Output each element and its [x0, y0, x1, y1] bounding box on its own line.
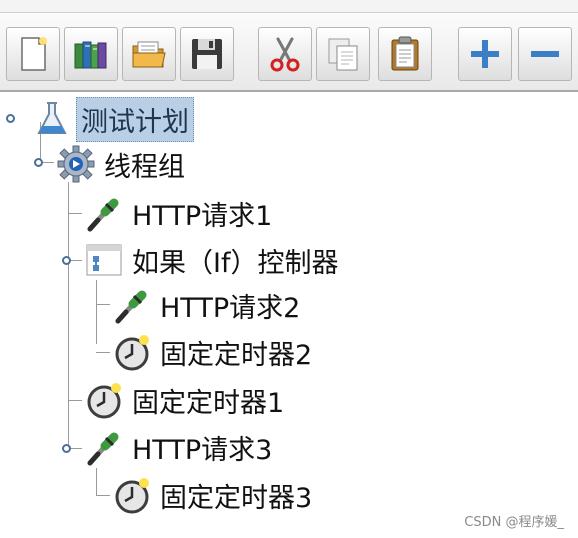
tree-node-timer-3[interactable]: 固定定时器3 — [110, 473, 316, 517]
tree-node-http-request-3[interactable]: HTTP请求3 — [82, 425, 276, 469]
clipboard-icon — [391, 36, 419, 71]
tree-connector — [96, 352, 110, 353]
copy-button[interactable] — [316, 27, 370, 81]
folder-icon — [132, 41, 166, 68]
tree-node-thread-group[interactable]: 线程组 — [54, 142, 189, 186]
expand-handle-thread-group[interactable] — [34, 158, 43, 167]
toolbar — [0, 12, 578, 92]
controller-icon — [82, 238, 126, 282]
plus-icon — [471, 40, 499, 68]
minus-icon — [531, 51, 559, 57]
clock-icon — [110, 330, 154, 374]
new-button[interactable] — [6, 27, 60, 81]
tree-connector — [96, 304, 110, 305]
gear-icon — [54, 142, 98, 186]
cut-button[interactable] — [258, 27, 312, 81]
tree-node-label: 固定定时器3 — [160, 482, 313, 514]
watermark: CSDN @程序媛_ — [464, 515, 564, 530]
tree-connector — [96, 468, 97, 496]
new-document-icon — [21, 37, 47, 71]
tree-node-label: 固定定时器1 — [132, 387, 285, 419]
tree-node-label: 如果（If）控制器 — [132, 247, 339, 279]
copy-icon — [328, 38, 358, 71]
tree-connector — [68, 213, 82, 214]
test-plan-tree: 测试计划 线程组 HTTP请求1 如果（If）控制器 HTTP请求2 固定定时器… — [0, 92, 578, 538]
tree-node-timer-2[interactable]: 固定定时器2 — [110, 330, 316, 374]
tree-node-label: 线程组 — [104, 151, 185, 183]
pipette-icon — [82, 425, 126, 469]
pipette-icon — [82, 191, 126, 235]
tree-connector — [96, 280, 97, 344]
tree-connector — [68, 400, 82, 401]
tree-connector — [68, 182, 69, 450]
tree-node-if-controller[interactable]: 如果（If）控制器 — [82, 238, 342, 282]
clock-icon — [110, 473, 154, 517]
expand-button[interactable] — [458, 27, 512, 81]
templates-button[interactable] — [64, 27, 118, 81]
tree-node-http-request-2[interactable]: HTTP请求2 — [110, 283, 304, 327]
books-icon — [74, 41, 107, 69]
pipette-icon — [110, 283, 154, 327]
tree-node-label: HTTP请求2 — [160, 292, 301, 324]
expand-handle-if-controller[interactable] — [62, 256, 71, 265]
expand-handle-http-request-3[interactable] — [62, 444, 71, 453]
tree-node-label: 固定定时器2 — [160, 339, 313, 371]
tree-node-label: HTTP请求3 — [132, 434, 273, 466]
tree-node-label: 测试计划 — [76, 96, 194, 142]
tree-node-test-plan[interactable]: 测试计划 — [30, 96, 194, 142]
collapse-button[interactable] — [518, 27, 572, 81]
paste-button[interactable] — [378, 27, 432, 81]
save-button[interactable] — [180, 27, 234, 81]
tree-node-label: HTTP请求1 — [132, 200, 273, 232]
open-button[interactable] — [122, 27, 176, 81]
expand-handle-test-plan[interactable] — [6, 114, 15, 123]
tree-connector — [96, 495, 110, 496]
clock-icon — [82, 378, 126, 422]
window-top-strip — [0, 0, 578, 12]
tree-node-http-request-1[interactable]: HTTP请求1 — [82, 191, 276, 235]
floppy-icon — [192, 39, 222, 69]
tree-node-timer-1[interactable]: 固定定时器1 — [82, 378, 288, 422]
scissors-icon — [270, 37, 300, 72]
flask-icon — [30, 97, 74, 141]
